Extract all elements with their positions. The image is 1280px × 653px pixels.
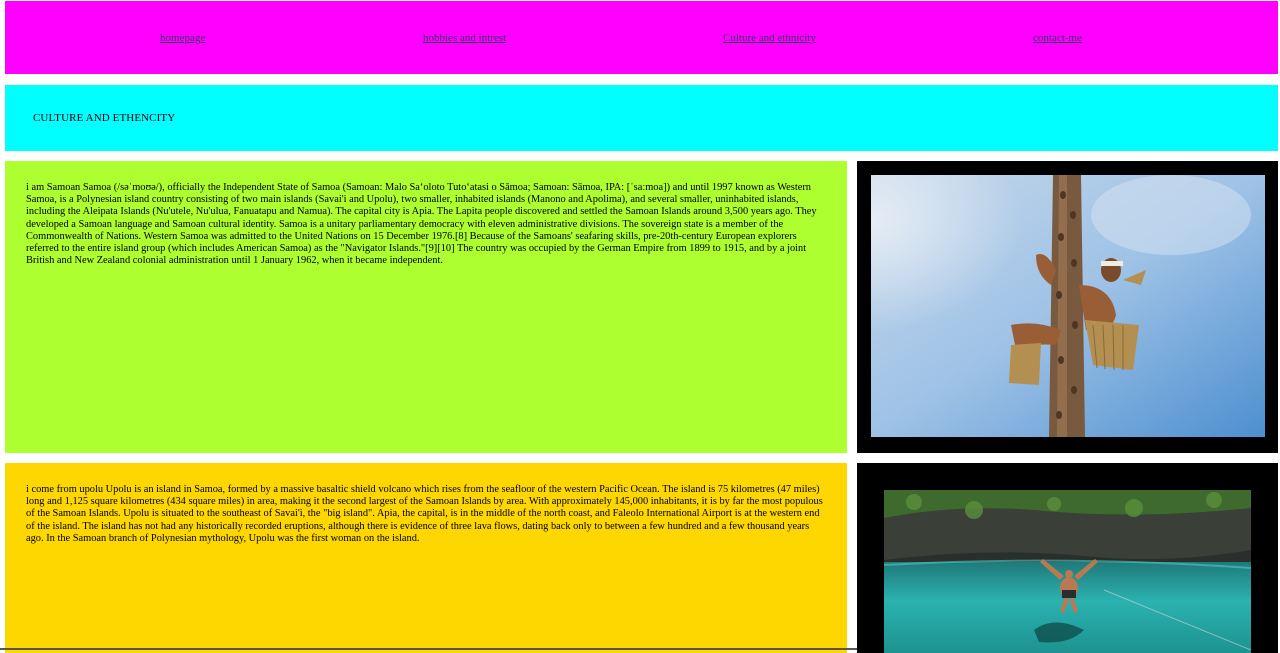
samoa-paragraph: i am Samoan Samoa (/səˈmoʊə/), officiall… — [26, 182, 817, 267]
nav-link-homepage[interactable]: homepage — [160, 32, 205, 44]
nav-link-culture[interactable]: Culture and ethnicity — [723, 32, 816, 44]
page-banner: CULTURE AND ETHENCITY — [5, 85, 1278, 151]
image-frame-1 — [857, 161, 1278, 453]
nav-link-contact[interactable]: contact-me — [1033, 32, 1082, 44]
upolu-info-card: i come from upolu Upolu is an island in … — [5, 463, 847, 653]
page-title: CULTURE AND ETHENCITY — [33, 112, 176, 124]
top-navigation: homepage hobbies and intrest Culture and… — [5, 1, 1278, 74]
image-frame-2 — [857, 463, 1278, 653]
palm-tree-climber-image — [871, 175, 1265, 437]
nav-link-hobbies[interactable]: hobbies and intrest — [423, 32, 506, 44]
samoa-info-card: i am Samoan Samoa (/səˈmoʊə/), officiall… — [5, 161, 847, 453]
upolu-paragraph: i come from upolu Upolu is an island in … — [26, 484, 823, 544]
swimming-hole-jumper-image — [884, 490, 1251, 653]
